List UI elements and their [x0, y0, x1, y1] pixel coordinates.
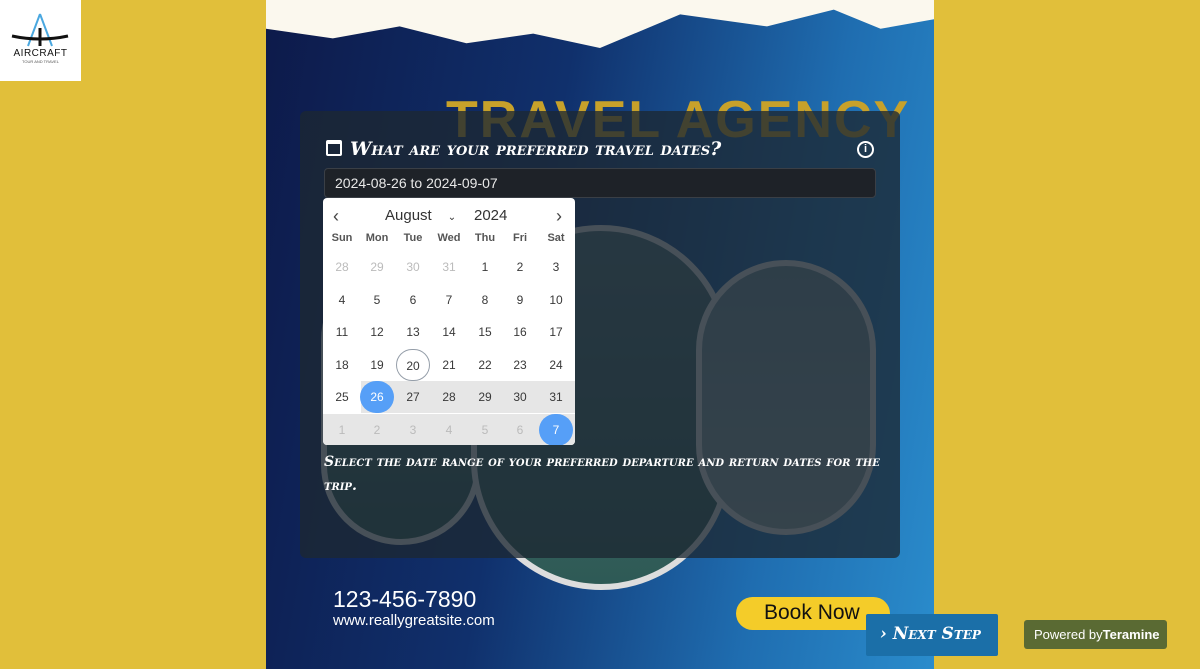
calendar-day[interactable]: 13 [396, 316, 430, 348]
calendar-day[interactable]: 14 [432, 316, 466, 348]
calendar-day[interactable]: 5 [360, 284, 394, 316]
calendar-day[interactable]: 24 [539, 349, 573, 381]
weekday-label: Sat [547, 232, 565, 244]
question-title: What are your preferred travel dates? [350, 138, 722, 160]
calendar-day[interactable]: 16 [503, 316, 537, 348]
calendar-week: 4 5 6 7 8 9 10 [323, 284, 575, 316]
weekday-label: Fri [512, 232, 528, 244]
calendar-day[interactable]: 28 [432, 381, 466, 413]
calendar-day[interactable]: 2 [503, 251, 537, 283]
calendar-day[interactable]: 26 [360, 381, 394, 413]
calendar-day[interactable]: 21 [432, 349, 466, 381]
poster-website: www.reallygreatsite.com [333, 612, 495, 629]
logo-text: AIRCRAFT [13, 48, 68, 59]
calendar-day[interactable]: 6 [396, 284, 430, 316]
calendar-week: 28 29 30 31 1 2 3 [323, 251, 575, 283]
calendar-week: 18 19 20 21 22 23 24 [323, 348, 575, 381]
calendar-day[interactable]: 10 [539, 284, 573, 316]
torn-paper [266, 0, 934, 48]
calendar-day[interactable]: 7 [539, 413, 573, 445]
calendar-day[interactable]: 15 [468, 316, 502, 348]
calendar-day[interactable]: 25 [325, 381, 359, 413]
month-value: August [385, 207, 432, 224]
calendar-day[interactable]: 1 [325, 414, 359, 446]
calendar-day[interactable]: 1 [468, 251, 502, 283]
question-hint: Select the date range of your preferred … [324, 454, 880, 494]
calendar-day[interactable]: 19 [360, 349, 394, 381]
weekday-label: Mon [365, 232, 389, 244]
calendar-day[interactable]: 5 [468, 414, 502, 446]
chevron-down-icon: ⌄ [447, 212, 457, 223]
calendar-icon [326, 140, 342, 156]
weekday-label: Thu [474, 232, 496, 244]
weekday-label: Wed [437, 232, 461, 244]
calendar-day[interactable]: 2 [360, 414, 394, 446]
powered-brand: Teramine [1102, 627, 1160, 642]
next-step-button[interactable]: › Next Step [866, 614, 998, 656]
airplane-logo-icon [11, 13, 69, 47]
calendar-day[interactable]: 6 [503, 414, 537, 446]
calendar-week: 11 12 13 14 15 16 17 [323, 316, 575, 348]
calendar-day[interactable]: 8 [468, 284, 502, 316]
info-icon[interactable]: i [857, 141, 874, 158]
weekday-label: Tue [403, 232, 423, 244]
calendar-day[interactable]: 28 [325, 251, 359, 283]
calendar-day[interactable]: 4 [432, 414, 466, 446]
powered-by-badge[interactable]: Powered byTeramine [1024, 620, 1167, 649]
calendar-day[interactable]: 31 [432, 251, 466, 283]
calendar-day[interactable]: 3 [396, 414, 430, 446]
month-select[interactable]: August ⌄ [385, 207, 456, 224]
calendar-day[interactable]: 20 [396, 348, 430, 381]
calendar-day[interactable]: 7 [432, 284, 466, 316]
calendar-day[interactable]: 22 [468, 349, 502, 381]
date-range-input[interactable]: 2024-08-26 to 2024-09-07 [324, 168, 876, 198]
powered-prefix: Powered by [1034, 627, 1103, 642]
calendar-day[interactable]: 29 [468, 381, 502, 413]
calendar-day[interactable]: 18 [325, 349, 359, 381]
calendar-day[interactable]: 31 [539, 381, 573, 413]
calendar-day[interactable]: 3 [539, 251, 573, 283]
prev-month-button[interactable]: ‹ [333, 206, 339, 227]
calendar-week: 1234567 [323, 413, 575, 446]
calendar-day[interactable]: 17 [539, 316, 573, 348]
year-input[interactable]: 2024 [474, 207, 507, 224]
calendar-day[interactable]: 23 [503, 349, 537, 381]
calendar-day[interactable]: 27 [396, 381, 430, 413]
poster-phone: 123-456-7890 [333, 586, 477, 612]
calendar-day[interactable]: 11 [325, 316, 359, 348]
calendar-day[interactable]: 29 [360, 251, 394, 283]
calendar-day[interactable]: 4 [325, 284, 359, 316]
aircraft-logo: AIRCRAFT TOUR AND TRAVEL [0, 0, 81, 81]
calendar-day[interactable]: 12 [360, 316, 394, 348]
calendar-week: 25 26 27 28 29 30 31 [323, 381, 575, 413]
next-month-button[interactable]: › [556, 206, 562, 227]
logo-tagline: TOUR AND TRAVEL [22, 59, 59, 64]
date-picker: ‹ › August ⌄ 2024 Sun Mon Tue Wed Thu Fri Sat 2… [323, 198, 575, 445]
calendar-day[interactable]: 30 [503, 381, 537, 413]
calendar-day[interactable]: 9 [503, 284, 537, 316]
calendar-day[interactable]: 30 [396, 251, 430, 283]
weekday-label: Sun [331, 232, 353, 244]
